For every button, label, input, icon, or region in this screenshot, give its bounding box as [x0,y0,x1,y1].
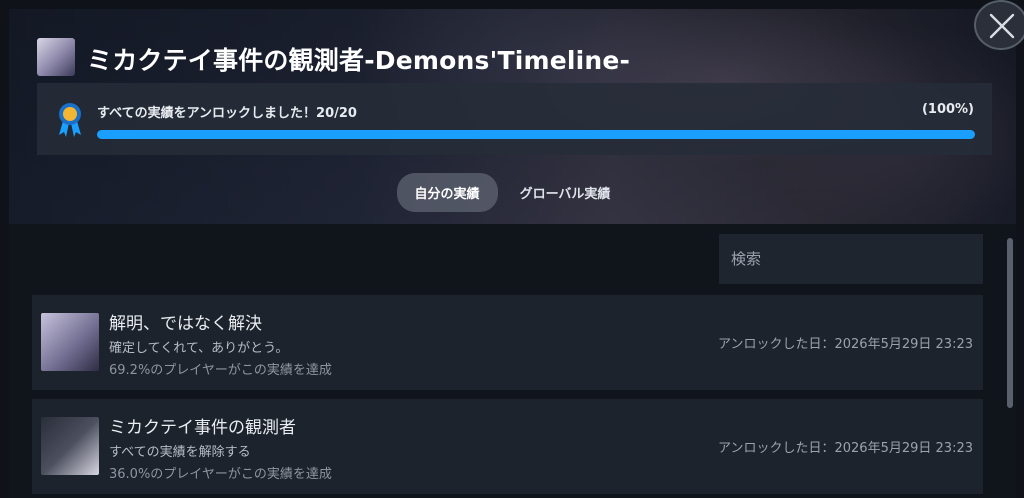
achievement-row[interactable]: ミカクテイ事件の観測者 すべての実績を解除する 36.0%のプレイヤーがこの実績… [32,399,983,494]
achievement-global-percent: 69.2%のプレイヤーがこの実績を達成 [109,363,332,378]
achievement-description: すべての実績を解除する [109,445,251,460]
game-title: ミカクテイ事件の観測者-Demons'Timeline- [87,46,631,75]
achievement-headphones-girl-icon [41,313,99,371]
achievement-unlock-date: アンロックした日：2026年5月29日 23:23 [718,441,973,456]
progress-panel: すべての実績をアンロックしました！20/20 (100%) [37,83,992,155]
progress-percent: (100%) [921,102,974,117]
scrollbar-thumb[interactable] [1007,238,1013,408]
close-icon [989,13,1015,39]
game-cover-icon [37,38,75,76]
achievement-description: 確定してくれて、ありがとう。 [109,341,289,356]
achievement-unlock-date: アンロックした日：2026年5月29日 23:23 [718,337,973,352]
progress-bar-fill [97,130,975,139]
achievement-catgirl-box-icon [41,417,99,475]
achievement-title: 解明、ではなく解決 [109,314,262,334]
scrollbar[interactable] [1007,234,1016,498]
achievement-global-percent: 36.0%のプレイヤーがこの実績を達成 [109,467,332,482]
close-button[interactable] [974,0,1024,50]
progress-bar [97,130,975,139]
award-ribbon-icon [59,103,81,137]
achievement-title: ミカクテイ事件の観測者 [109,418,296,438]
tab-my-achievements[interactable]: 自分の実績 [396,173,498,212]
achievement-row[interactable]: 解明、ではなく解決 確定してくれて、ありがとう。 69.2%のプレイヤーがこの実… [32,295,983,390]
tab-bar: 自分の実績 グローバル実績 [9,173,1016,212]
progress-text: すべての実績をアンロックしました！20/20 [97,106,357,121]
search-input[interactable] [719,234,983,284]
tab-global-achievements[interactable]: グローバル実績 [502,173,629,212]
achievements-modal: ミカクテイ事件の観測者-Demons'Timeline- すべての実績をアンロッ… [9,9,1016,498]
